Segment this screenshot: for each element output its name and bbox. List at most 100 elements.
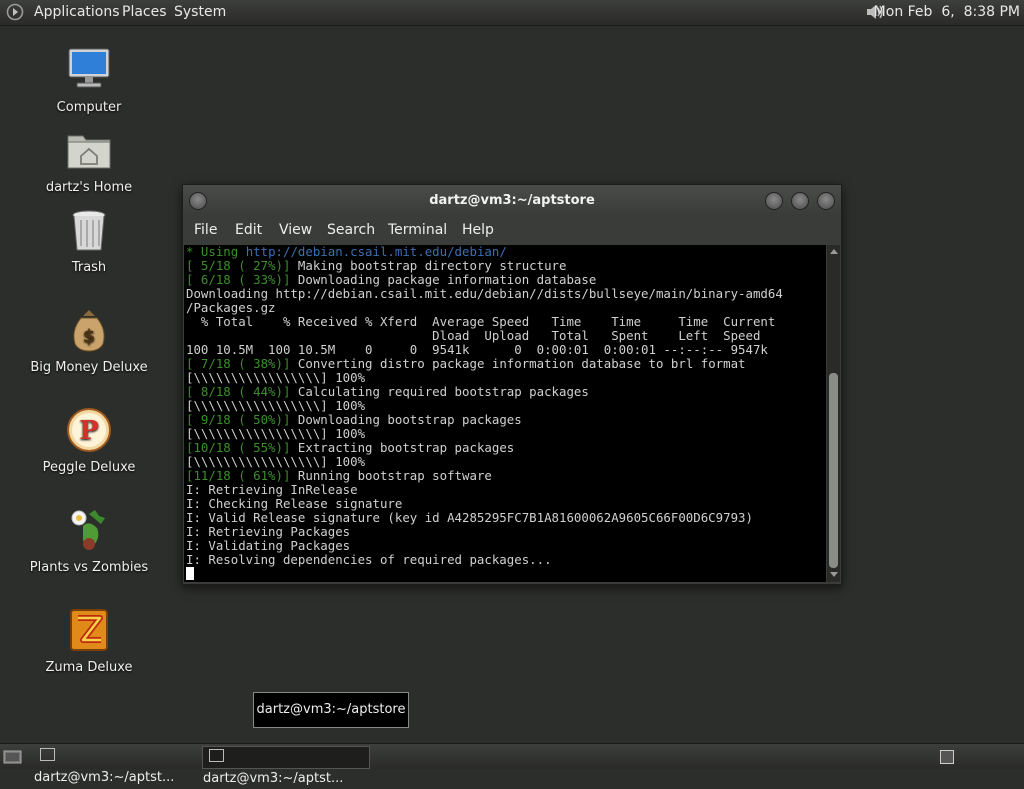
terminal-line-prefix: [ 8/18 ( 44%)]	[186, 384, 298, 399]
top-panel: Applications Places System Mon Feb 6, 8:…	[0, 0, 1024, 26]
terminal-line-text: % Total % Received % Xferd Average Speed…	[186, 314, 776, 329]
svg-text:$: $	[83, 326, 96, 347]
terminal-line: % Total % Received % Xferd Average Speed…	[186, 314, 775, 329]
minimize-button[interactable]	[765, 192, 783, 210]
window-titlebar[interactable]: dartz@vm3:~/aptstore	[183, 185, 841, 215]
terminal-line-text: [\\\\\\\\\\\\\\\\\] 100%	[186, 398, 366, 413]
terminal-icon	[40, 748, 55, 761]
terminal-window[interactable]: dartz@vm3:~/aptstore File Edit View Sear…	[182, 184, 842, 585]
terminal-text: * Using http://debian.csail.mit.edu/debi…	[184, 245, 826, 581]
bottom-panel: dartz@vm3:~/aptst... dartz@vm3:~/aptst..…	[0, 743, 1024, 786]
terminal-line: I: Resolving dependencies of required pa…	[186, 552, 552, 567]
terminal-line: I: Valid Release signature (key id A4285…	[186, 510, 753, 525]
terminal-line: I: Checking Release signature	[186, 496, 402, 511]
scroll-down-arrow-icon[interactable]	[830, 572, 838, 577]
desktop-icon-label: dartz's Home	[45, 180, 133, 195]
taskbar-tooltip: dartz@vm3:~/aptstore	[253, 692, 409, 728]
desktop-icon-computer[interactable]: Computer	[24, 46, 154, 115]
workspace-1[interactable]	[940, 750, 954, 764]
terminal-line-text: [\\\\\\\\\\\\\\\\\] 100%	[186, 454, 366, 469]
maximize-button[interactable]	[791, 192, 809, 210]
terminal-line-text: Running bootstrap software	[297, 468, 492, 483]
terminal-line: [ 9/18 ( 50%)] Downloading bootstrap pac…	[186, 412, 522, 427]
menu-file[interactable]: File	[194, 222, 217, 238]
terminal-line-prefix: [10/18 ( 55%)]	[186, 440, 298, 455]
terminal-line-text: I: Validating Packages	[186, 538, 351, 553]
terminal-cursor	[186, 567, 194, 580]
scroll-up-arrow-icon[interactable]	[830, 249, 838, 254]
desktop-icon-label: Big Money Deluxe	[30, 360, 148, 375]
desktop-icon-big-money[interactable]: $ Big Money Deluxe	[24, 306, 154, 375]
terminal-line-text: Downloading bootstrap packages	[297, 412, 522, 427]
terminal-line: [\\\\\\\\\\\\\\\\\] 100%	[186, 398, 365, 413]
terminal-line: Downloading http://debian.csail.mit.edu/…	[186, 286, 783, 301]
terminal-line-text: I: Retrieving Packages	[186, 524, 351, 539]
terminal-line-prefix: [ 6/18 ( 33%)]	[186, 272, 298, 287]
desktop-icon-peggle[interactable]: P Peggle Deluxe	[24, 406, 154, 475]
terminal-line-text: Extracting bootstrap packages	[297, 440, 515, 455]
terminal-line-text: [\\\\\\\\\\\\\\\\\] 100%	[186, 426, 366, 441]
terminal-line: [11/18 ( 61%)] Running bootstrap softwar…	[186, 468, 492, 483]
taskbar-item-terminal-2[interactable]: dartz@vm3:~/aptst...	[202, 746, 370, 786]
terminal-line-text: I: Valid Release signature (key id A4285…	[186, 510, 753, 525]
money-bag-icon: $	[65, 306, 113, 354]
window-title: dartz@vm3:~/aptstore	[429, 193, 595, 208]
desktop-icon-trash[interactable]: Trash	[24, 206, 154, 275]
debian-logo-icon[interactable]	[6, 3, 24, 21]
terminal-line-text: [\\\\\\\\\\\\\\\\\] 100%	[186, 370, 366, 385]
taskbar-item-terminal-1[interactable]: dartz@vm3:~/aptst...	[34, 746, 198, 785]
terminal-line: [\\\\\\\\\\\\\\\\\] 100%	[186, 426, 365, 441]
terminal-line-text: Converting distro package information da…	[297, 356, 746, 371]
terminal-line-text: Dload Upload Total Spent Left Speed	[186, 328, 761, 343]
desktop-icon-home[interactable]: dartz's Home	[24, 126, 154, 195]
terminal-line-prefix: [ 5/18 ( 27%)]	[186, 258, 298, 273]
desktop-icon-label: Zuma Deluxe	[45, 660, 133, 675]
desktop-icon-zuma[interactable]: Zuma Deluxe	[24, 606, 154, 675]
desktop-icon-label: Peggle Deluxe	[42, 460, 136, 475]
home-folder-icon	[65, 126, 113, 174]
terminal-line: I: Retrieving InRelease	[186, 482, 358, 497]
terminal-output[interactable]: * Using http://debian.csail.mit.edu/debi…	[184, 245, 826, 582]
terminal-line: [10/18 ( 55%)] Extracting bootstrap pack…	[186, 440, 514, 455]
terminal-line-prefix: [11/18 ( 61%)]	[186, 468, 298, 483]
system-menu[interactable]: System	[174, 4, 226, 20]
terminal-line: 100 10.5M 100 10.5M 0 0 9541k 0 0:00:01 …	[186, 342, 768, 357]
terminal-line: I: Retrieving Packages	[186, 524, 350, 539]
scroll-thumb[interactable]	[829, 373, 838, 568]
terminal-line-text: I: Resolving dependencies of required pa…	[186, 552, 552, 567]
terminal-menubar: File Edit View Search Terminal Help	[183, 217, 841, 243]
close-button[interactable]	[817, 192, 835, 210]
clock[interactable]: Mon Feb 6, 8:38 PM	[874, 4, 1020, 20]
terminal-line: [\\\\\\\\\\\\\\\\\] 100%	[186, 454, 365, 469]
terminal-line-text: /Packages.gz	[186, 300, 276, 315]
plants-vs-zombies-icon	[65, 506, 113, 554]
terminal-line: Dload Upload Total Spent Left Speed	[186, 328, 760, 343]
desktop-icon-plants-vs-zombies[interactable]: Plants vs Zombies	[24, 506, 154, 575]
desktop-icon-label: Computer	[56, 100, 122, 115]
svg-text:P: P	[79, 416, 99, 446]
terminal-line: [ 6/18 ( 33%)] Downloading package infor…	[186, 272, 596, 287]
menu-search[interactable]: Search	[327, 222, 375, 238]
terminal-line: [\\\\\\\\\\\\\\\\\] 100%	[186, 370, 365, 385]
terminal-line: [ 7/18 ( 38%)] Converting distro package…	[186, 356, 746, 371]
terminal-line: I: Validating Packages	[186, 538, 350, 553]
terminal-line-prefix: [ 7/18 ( 38%)]	[186, 356, 298, 371]
menu-help[interactable]: Help	[462, 222, 494, 238]
terminal-line-text: I: Retrieving InRelease	[186, 482, 358, 497]
trash-icon	[65, 206, 113, 254]
workspace-switcher[interactable]	[940, 746, 956, 767]
desktop-icon-label: Trash	[71, 260, 107, 275]
menu-terminal[interactable]: Terminal	[388, 222, 447, 238]
terminal-scrollbar[interactable]	[827, 245, 840, 582]
terminal-line: /Packages.gz	[186, 300, 276, 315]
places-menu[interactable]: Places	[122, 4, 167, 20]
terminal-icon	[209, 749, 224, 762]
terminal-line-text: Downloading http://debian.csail.mit.edu/…	[186, 286, 783, 301]
show-desktop-button[interactable]	[2, 746, 28, 767]
terminal-line-text: I: Checking Release signature	[186, 496, 403, 511]
menu-edit[interactable]: Edit	[235, 222, 262, 238]
applications-menu[interactable]: Applications	[34, 4, 120, 20]
menu-view[interactable]: View	[279, 222, 312, 238]
terminal-line: * Using http://debian.csail.mit.edu/debi…	[186, 245, 507, 259]
terminal-line: [ 5/18 ( 27%)] Making bootstrap director…	[186, 258, 566, 273]
